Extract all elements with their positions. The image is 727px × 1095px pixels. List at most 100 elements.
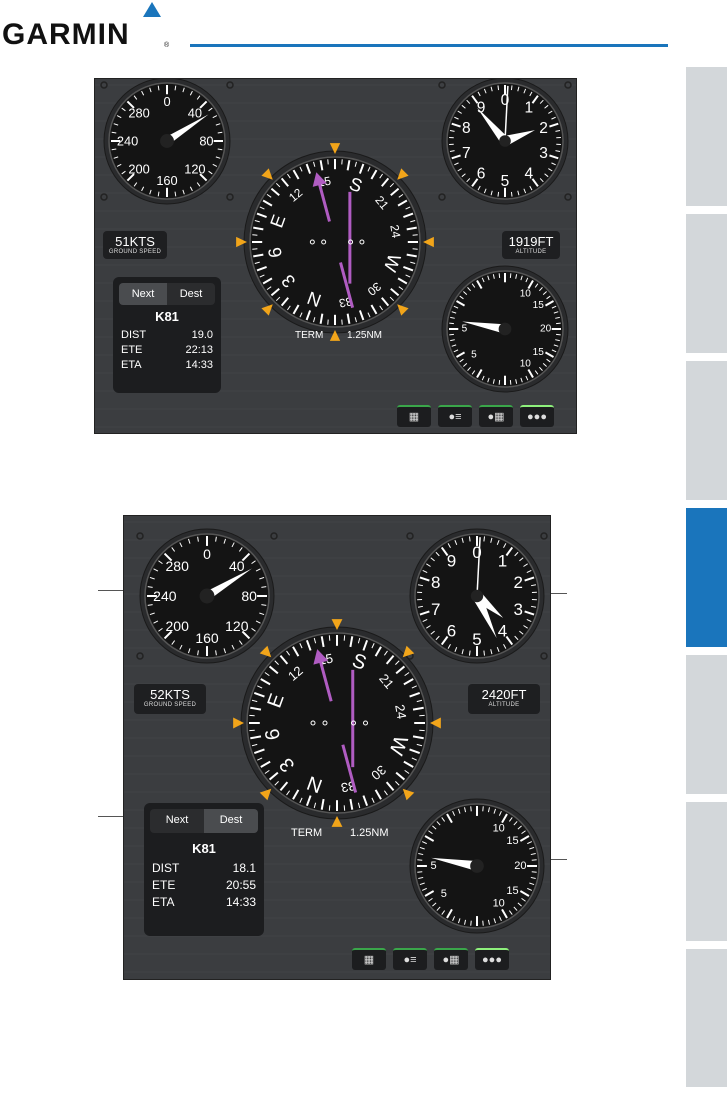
screw-icon <box>100 193 108 201</box>
gauge-grid-layout-button[interactable]: ●▦ <box>479 405 513 427</box>
dest-tab[interactable]: Dest <box>204 809 258 833</box>
dist-value: 18.1 <box>232 861 256 875</box>
ground-speed-label: GROUND SPEED <box>143 702 197 708</box>
hsi-bearing-marker <box>402 788 415 801</box>
ete-value: 20:55 <box>225 878 256 892</box>
side-tab[interactable] <box>686 67 727 206</box>
screw-icon <box>226 193 234 201</box>
gauges-icon: ●●● <box>527 411 547 423</box>
vsi-tick <box>531 871 537 873</box>
airspeed-tick-label: 40 <box>188 106 202 121</box>
hsi-bearing-marker <box>261 304 273 316</box>
screw-icon <box>438 193 446 201</box>
airspeed-tick-label: 120 <box>225 618 249 634</box>
airspeed-tick-label: 200 <box>166 618 190 634</box>
airspeed-tick-label: 200 <box>128 161 149 176</box>
vsi-tick-label: 20 <box>514 860 526 872</box>
airspeed-tick-label: 160 <box>156 173 177 188</box>
dest-tab[interactable]: Dest <box>167 283 215 305</box>
ground-speed-box: 52KTS GROUND SPEED <box>134 684 206 714</box>
airspeed-tick-label: 0 <box>163 94 170 109</box>
vsi-tick-label: 10 <box>520 288 532 299</box>
side-tab[interactable] <box>686 802 727 941</box>
next-tab[interactable]: Next <box>119 283 167 305</box>
side-tab-active[interactable] <box>686 508 727 647</box>
altimeter: 0 123456789 <box>409 528 545 664</box>
altimeter-tick <box>483 650 486 656</box>
instrument-panel-1: 040801201602002402800123456789N36E1215S2… <box>94 78 577 434</box>
ete-label: ETE <box>121 344 143 356</box>
screw-icon <box>136 532 144 540</box>
altimeter-tick <box>510 191 513 197</box>
airspeed-tick-label: 80 <box>241 588 257 604</box>
airspeed-tick-label: 120 <box>184 161 205 176</box>
altimeter: 0 123456789 <box>441 79 569 205</box>
airspeed-tick-label: 240 <box>117 134 138 149</box>
vsi-tick <box>482 806 484 812</box>
hsi-bearing-marker <box>397 304 409 316</box>
side-tab[interactable] <box>686 655 727 794</box>
altimeter-tick-label: 5 <box>501 173 510 190</box>
next-tab[interactable]: Next <box>150 809 204 833</box>
gauge-grid-layout-button[interactable]: ●▦ <box>434 948 468 970</box>
altitude-value: 1919FT <box>508 234 554 249</box>
vsi-tick-label: 15 <box>506 885 518 897</box>
altimeter-tick-label: 4 <box>525 165 534 182</box>
map-range-label: TERM <box>295 330 324 341</box>
gauge-grid-icon: ●▦ <box>487 411 505 423</box>
grid-layout-button[interactable]: ▦ <box>397 405 431 427</box>
gauges-layout-button[interactable]: ●●● <box>520 405 554 427</box>
eta-label: ETA <box>121 359 142 371</box>
vsi-tick-label: 5 <box>431 860 437 872</box>
altimeter-tick-label: 9 <box>447 551 456 570</box>
eta-value: 14:33 <box>185 359 213 371</box>
altimeter-tick-label: 3 <box>539 145 548 162</box>
altimeter-tick <box>468 536 471 542</box>
hsi-face <box>249 156 421 328</box>
hsi-face <box>246 632 428 814</box>
side-tab[interactable] <box>686 214 727 353</box>
vsi-tick <box>470 806 472 812</box>
vsi-tick-label: 5 <box>441 888 447 900</box>
grid-icon: ▦ <box>363 954 375 966</box>
altimeter-hub <box>470 589 484 603</box>
header-rule <box>190 44 668 47</box>
hsi-bearing-marker <box>261 168 273 180</box>
airspeed-tick-label: 40 <box>229 558 245 574</box>
hsi-bearing-marker <box>259 788 272 801</box>
layout-buttons: ▦ ●≡ ●▦ ●●● <box>397 405 554 427</box>
altimeter-tick <box>483 536 486 542</box>
gauges-icon: ●●● <box>482 954 502 966</box>
gauges-layout-button[interactable]: ●●● <box>475 948 509 970</box>
side-tab[interactable] <box>686 361 727 500</box>
gauge-list-icon: ●≡ <box>448 411 462 423</box>
altitude-value: 2420FT <box>481 687 527 702</box>
garmin-logo: GARMIN <box>2 18 130 52</box>
layout-buttons: ▦ ●≡ ●▦ ●●● <box>352 948 509 970</box>
altimeter-tick-label: 7 <box>462 145 471 162</box>
altitude-box: 2420FT ALTITUDE <box>468 684 540 714</box>
altimeter-hub <box>499 135 511 147</box>
hsi-bearing-marker <box>397 168 409 180</box>
altimeter-tick <box>468 650 471 656</box>
vsi-tick-label: 5 <box>471 350 477 361</box>
airspeed-tick-label: 160 <box>195 630 219 646</box>
altimeter-tick-label: 8 <box>462 120 471 137</box>
altitude-label: ALTITUDE <box>515 249 547 255</box>
grid-layout-button[interactable]: ▦ <box>352 948 386 970</box>
airspeed-tick-label: 240 <box>153 588 177 604</box>
dist-label: DIST <box>152 861 180 875</box>
airspeed-tick-label: 80 <box>199 134 213 149</box>
gauge-list-layout-button[interactable]: ●≡ <box>438 405 472 427</box>
altimeter-tick-label: 0 <box>501 92 510 109</box>
ete-value: 22:13 <box>185 344 213 356</box>
gauge-list-layout-button[interactable]: ●≡ <box>393 948 427 970</box>
ground-speed-box: 51KTS GROUND SPEED <box>103 231 167 259</box>
side-tab[interactable] <box>686 949 727 1087</box>
waypoint-id: K81 <box>155 309 179 324</box>
ground-speed-value: 51KTS <box>115 234 155 249</box>
vsi-tick <box>417 859 423 861</box>
altimeter-tick-label: 8 <box>431 573 440 592</box>
eta-label: ETA <box>152 895 175 909</box>
vsi-tick <box>470 920 472 926</box>
